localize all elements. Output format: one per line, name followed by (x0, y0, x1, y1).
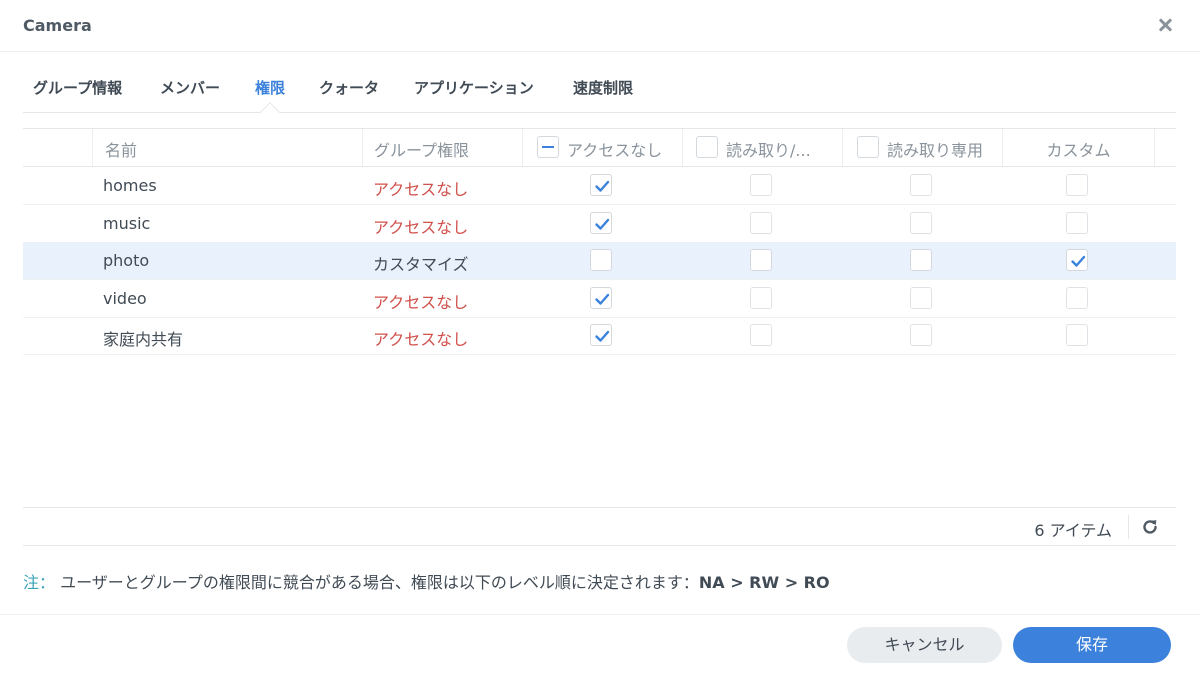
footer-divider (1128, 515, 1129, 539)
read-only-checkbox[interactable] (910, 249, 932, 271)
custom-checkbox[interactable] (1066, 324, 1088, 346)
permission-grid: 名前 グループ権限 アクセスなし 読み取り/... 読み取り専用 カスタム ho… (23, 128, 1176, 355)
read-only-select-all-checkbox[interactable] (857, 136, 879, 158)
note-label: 注： (23, 573, 56, 592)
group-permission-value: カスタマイズ (373, 255, 469, 274)
table-row[interactable]: photo カスタマイズ (23, 242, 1176, 280)
column-header-group-permission[interactable]: グループ権限 (362, 129, 522, 166)
column-header-no-access-label: アクセスなし (567, 141, 663, 160)
dialog-title: Camera (23, 16, 92, 35)
column-header-read-only-label: 読み取り専用 (887, 141, 984, 160)
read-only-checkbox[interactable] (910, 212, 932, 234)
share-name: 家庭内共有 (103, 330, 184, 349)
tab-speed-limit[interactable]: 速度制限 (573, 77, 633, 98)
column-header-spacer (1154, 129, 1176, 166)
column-header-read-only: 読み取り専用 (842, 129, 1002, 166)
table-row[interactable]: video アクセスなし (23, 280, 1176, 318)
no-access-checkbox[interactable] (590, 212, 612, 234)
column-header-read-write: 読み取り/... (682, 129, 842, 166)
column-header-name[interactable]: 名前 (92, 129, 362, 166)
column-header-custom[interactable]: カスタム (1002, 129, 1154, 166)
read-write-checkbox[interactable] (750, 249, 772, 271)
tab-members[interactable]: メンバー (160, 77, 220, 98)
tab-bar: グループ情報 メンバー 権限 クォータ アプリケーション 速度制限 (23, 62, 1176, 122)
no-access-checkbox[interactable] (590, 174, 612, 196)
read-write-checkbox[interactable] (750, 174, 772, 196)
table-row[interactable]: music アクセスなし (23, 205, 1176, 243)
tab-quota[interactable]: クォータ (319, 77, 379, 98)
column-header-group-permission-label: グループ権限 (374, 141, 470, 160)
read-only-checkbox[interactable] (910, 287, 932, 309)
group-permission-value: アクセスなし (373, 180, 469, 199)
conflict-note: 注： ユーザーとグループの権限間に競合がある場合、権限は以下のレベル順に決定され… (23, 569, 830, 593)
group-permission-value: アクセスなし (373, 330, 469, 349)
close-icon[interactable] (1154, 14, 1176, 36)
table-row[interactable]: 家庭内共有 アクセスなし (23, 317, 1176, 355)
save-button[interactable]: 保存 (1013, 627, 1171, 663)
note-levels: NA > RW > RO (698, 573, 830, 592)
custom-checkbox[interactable] (1066, 212, 1088, 234)
tab-permissions[interactable]: 権限 (255, 77, 285, 98)
custom-checkbox[interactable] (1066, 174, 1088, 196)
group-permission-value: アクセスなし (373, 218, 469, 237)
grid-header: 名前 グループ権限 アクセスなし 読み取り/... 読み取り専用 カスタム (23, 128, 1176, 167)
read-write-select-all-checkbox[interactable] (696, 136, 718, 158)
custom-checkbox[interactable] (1066, 287, 1088, 309)
column-header-name-label: 名前 (105, 141, 138, 160)
column-header-custom-label: カスタム (1046, 141, 1111, 160)
read-only-checkbox[interactable] (910, 324, 932, 346)
dialog-footer: キャンセル 保存 (0, 614, 1200, 673)
table-row[interactable]: homes アクセスなし (23, 167, 1176, 205)
column-header-read-write-label: 読み取り/... (726, 141, 811, 160)
active-tab-indicator (260, 102, 280, 122)
cancel-button[interactable]: キャンセル (847, 627, 1002, 663)
column-header-no-access: アクセスなし (522, 129, 682, 166)
grid-footer: 6 アイテム (23, 507, 1176, 546)
share-name: homes (103, 176, 157, 195)
tab-applications[interactable]: アプリケーション (414, 77, 534, 98)
read-only-checkbox[interactable] (910, 174, 932, 196)
dialog-titlebar: Camera (0, 0, 1200, 52)
share-name: video (103, 289, 147, 308)
item-count: 6 アイテム (1034, 521, 1112, 540)
read-write-checkbox[interactable] (750, 324, 772, 346)
tab-group-info[interactable]: グループ情報 (33, 77, 122, 98)
share-name: photo (103, 251, 150, 270)
no-access-select-all-checkbox[interactable] (537, 136, 559, 158)
read-write-checkbox[interactable] (750, 212, 772, 234)
no-access-checkbox[interactable] (590, 287, 612, 309)
note-text: ユーザーとグループの権限間に競合がある場合、権限は以下のレベル順に決定されます： (60, 573, 699, 592)
refresh-icon[interactable] (1140, 517, 1160, 537)
custom-checkbox[interactable] (1066, 249, 1088, 271)
no-access-checkbox[interactable] (590, 249, 612, 271)
group-permission-value: アクセスなし (373, 293, 469, 312)
share-name: music (103, 214, 151, 233)
no-access-checkbox[interactable] (590, 324, 612, 346)
read-write-checkbox[interactable] (750, 287, 772, 309)
